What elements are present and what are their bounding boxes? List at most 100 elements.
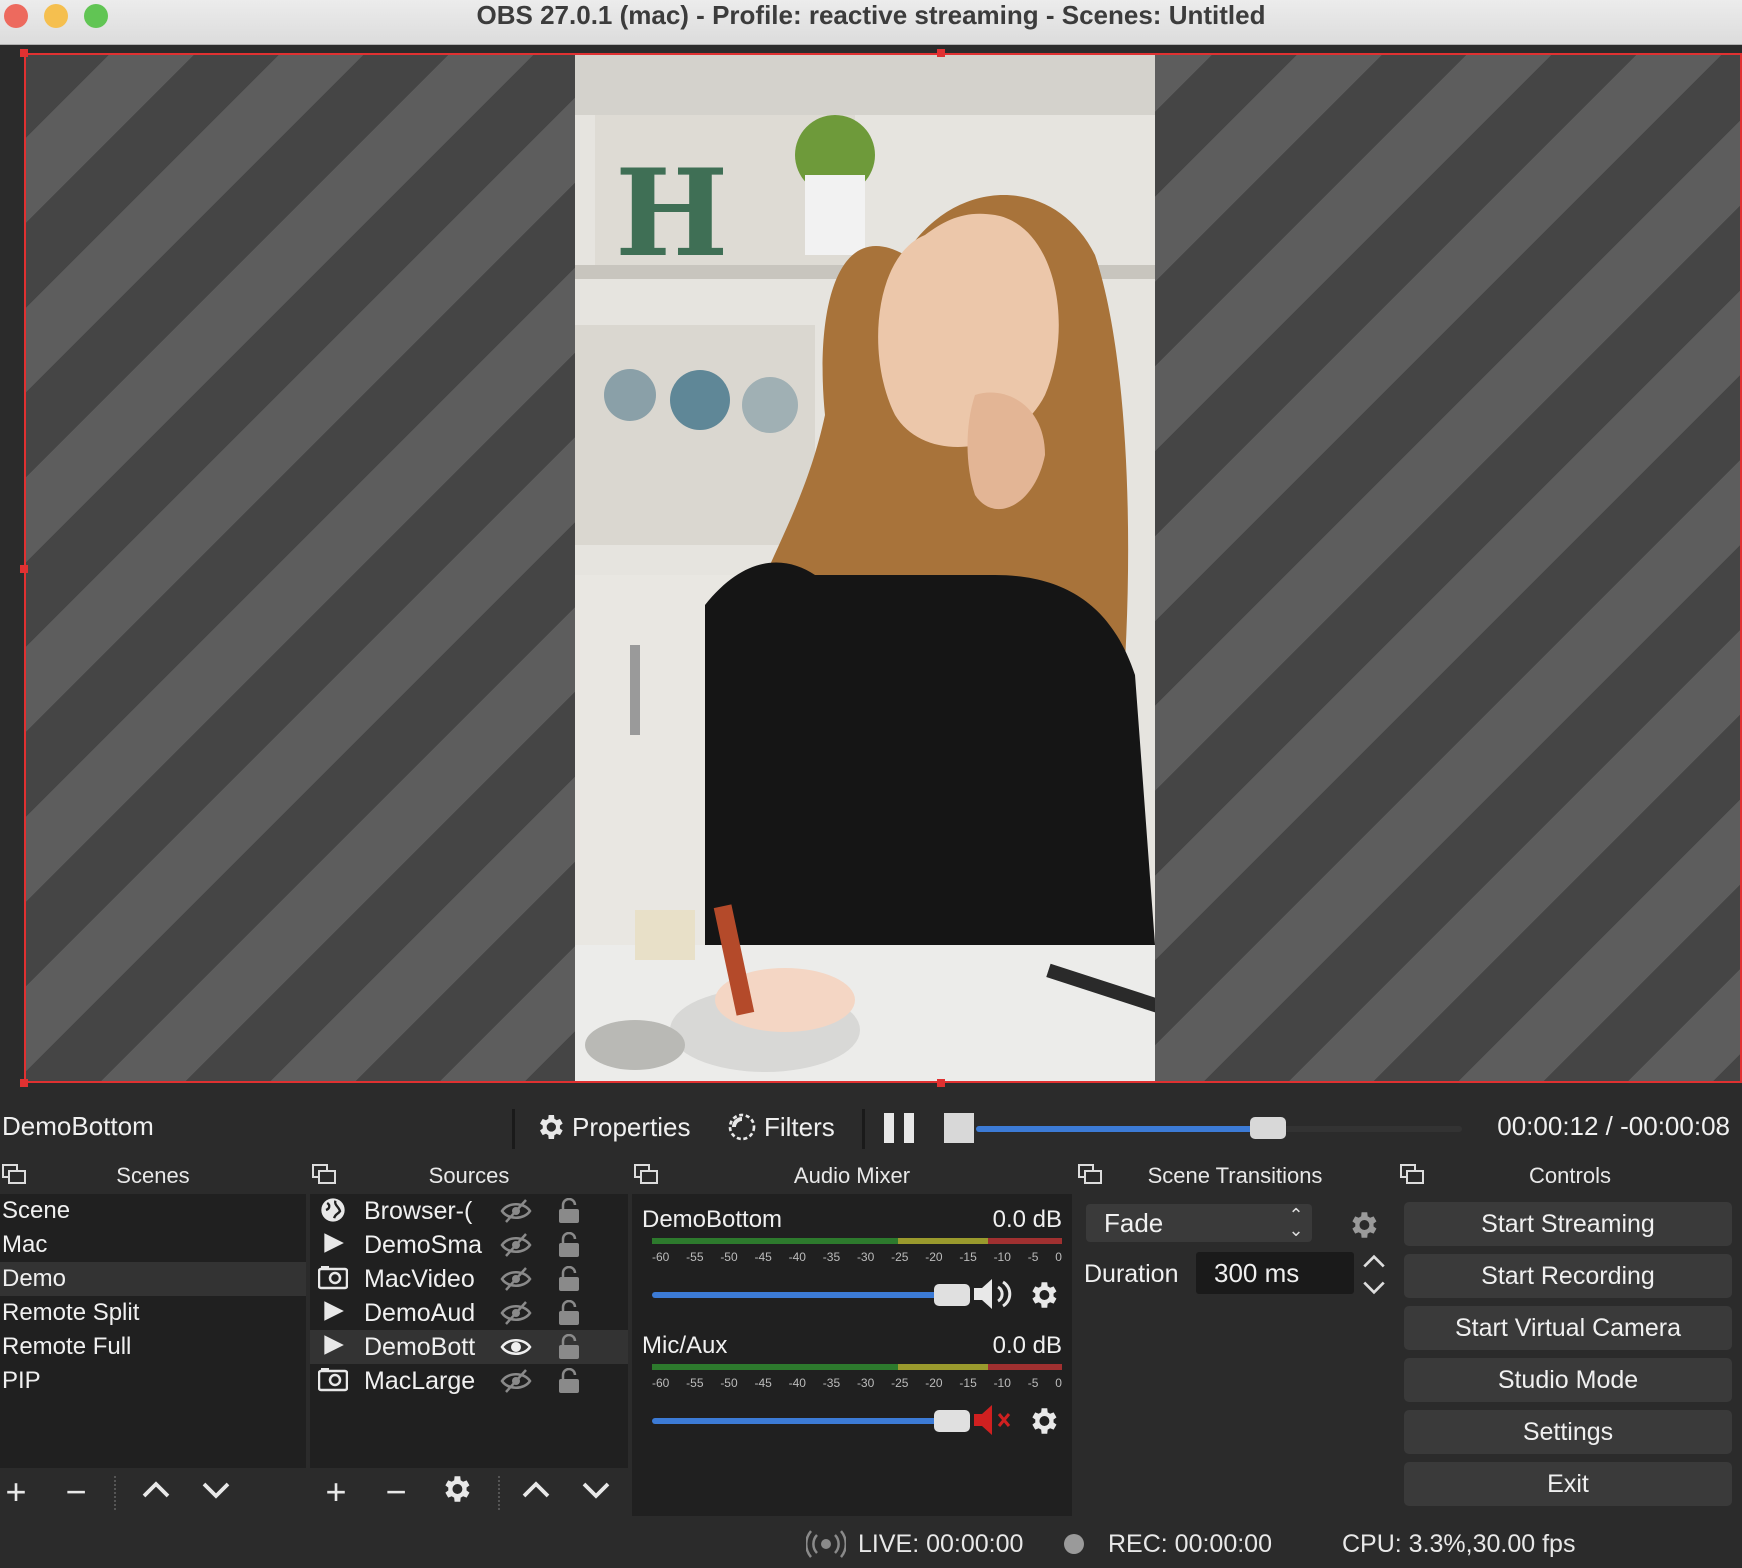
chevron-down-icon[interactable] (1361, 1277, 1387, 1299)
studio-mode-button[interactable]: Studio Mode (1404, 1358, 1732, 1402)
seek-progress (976, 1126, 1268, 1132)
dock-float-icon[interactable] (2, 1164, 26, 1184)
scene-item-selected[interactable]: Demo (0, 1262, 306, 1296)
seek-knob[interactable] (1249, 1117, 1286, 1139)
filter-icon (728, 1113, 756, 1141)
lock-icon[interactable] (558, 1265, 580, 1292)
chevron-up-icon (142, 1481, 170, 1498)
volume-knob[interactable] (934, 1284, 970, 1306)
stop-button[interactable] (944, 1113, 974, 1143)
audio-mixer-title: Audio Mixer (793, 1163, 911, 1188)
gear-icon[interactable] (1346, 1208, 1380, 1242)
visibility-visible-icon[interactable] (500, 1334, 532, 1360)
chevron-up-icon[interactable] (1361, 1250, 1387, 1272)
duration-stepper[interactable] (1360, 1250, 1388, 1298)
visibility-hidden-icon[interactable] (500, 1266, 532, 1292)
transition-select[interactable]: Fade ⌃ ⌄ (1086, 1204, 1312, 1242)
source-item-selected[interactable]: DemoBott (310, 1330, 628, 1364)
meter-tick: -55 (686, 1376, 704, 1390)
gear-icon[interactable] (1026, 1404, 1060, 1438)
source-item[interactable]: MacVideo (310, 1262, 628, 1296)
lock-icon[interactable] (558, 1197, 580, 1224)
transition-value: Fade (1104, 1208, 1164, 1238)
source-item[interactable]: Browser-( (310, 1194, 628, 1228)
gear-icon (540, 1115, 563, 1139)
dock-float-icon[interactable] (634, 1164, 658, 1184)
meter-tick: -10 (993, 1250, 1011, 1264)
start-recording-button[interactable]: Start Recording (1404, 1254, 1732, 1298)
meter-tick: -15 (959, 1376, 977, 1390)
dock-float-icon[interactable] (312, 1164, 336, 1184)
footer-separator (114, 1476, 118, 1510)
media-seek-slider[interactable] (976, 1117, 1462, 1139)
scene-list[interactable]: Scene Mac Demo Remote Split Remote Full … (0, 1194, 306, 1398)
scene-item[interactable]: PIP (0, 1364, 306, 1398)
toolbar-separator (512, 1109, 515, 1149)
move-scene-down-button[interactable] (196, 1472, 236, 1512)
scene-item[interactable]: Mac (0, 1228, 306, 1262)
exit-button[interactable]: Exit (1404, 1462, 1732, 1506)
play-icon (318, 1332, 348, 1362)
add-scene-button[interactable]: + (0, 1472, 36, 1512)
start-streaming-button[interactable]: Start Streaming (1404, 1202, 1732, 1246)
resize-handle-bottom-left[interactable] (20, 1079, 28, 1087)
rec-status: REC: 00:00:00 (1108, 1530, 1272, 1558)
visibility-hidden-icon[interactable] (500, 1368, 532, 1394)
scene-item[interactable]: Remote Full (0, 1330, 306, 1364)
filters-button[interactable]: Filters (726, 1107, 835, 1147)
meter-tick: -5 (1027, 1250, 1039, 1264)
volume-knob[interactable] (934, 1410, 970, 1432)
meter-tick: -60 (652, 1376, 670, 1390)
speaker-icon[interactable] (972, 1274, 1016, 1314)
gear-icon[interactable] (1026, 1278, 1060, 1312)
meter-tick: -40 (788, 1250, 806, 1264)
chevron-up-icon (522, 1481, 550, 1498)
duration-input[interactable]: 300 ms (1196, 1252, 1354, 1294)
pause-button[interactable] (884, 1113, 916, 1143)
move-source-down-button[interactable] (576, 1472, 616, 1512)
source-item[interactable]: DemoSma (310, 1228, 628, 1262)
channel-name: Mic/Aux (642, 1332, 728, 1359)
lock-icon[interactable] (558, 1333, 580, 1360)
visibility-hidden-icon[interactable] (500, 1198, 532, 1224)
video-source-preview[interactable]: H (575, 55, 1155, 1083)
source-list[interactable]: Browser-( DemoSma MacVideo DemoAud DemoB… (310, 1194, 628, 1398)
channel-db: 0.0 dB (992, 1206, 1062, 1233)
source-item[interactable]: DemoAud (310, 1296, 628, 1330)
volume-slider[interactable] (652, 1410, 970, 1432)
source-item[interactable]: MacLarge (310, 1364, 628, 1398)
volume-slider[interactable] (652, 1284, 970, 1306)
resize-handle-left[interactable] (20, 565, 28, 573)
resize-handle-bottom[interactable] (937, 1079, 945, 1087)
remove-scene-button[interactable]: − (56, 1472, 96, 1512)
move-source-up-button[interactable] (516, 1472, 556, 1512)
dock-float-icon[interactable] (1400, 1164, 1424, 1184)
speaker-muted-icon[interactable] (972, 1400, 1016, 1440)
duration-label: Duration (1084, 1260, 1179, 1288)
preview-area[interactable]: H (0, 45, 1742, 1097)
play-icon (318, 1230, 348, 1260)
sources-footer: + − (310, 1468, 628, 1516)
scene-item[interactable]: Scene (0, 1194, 306, 1228)
dock-float-icon[interactable] (1078, 1164, 1102, 1184)
visibility-hidden-icon[interactable] (500, 1300, 532, 1326)
remove-source-button[interactable]: − (376, 1472, 416, 1512)
settings-button[interactable]: Settings (1404, 1410, 1732, 1454)
video-frame-image: H (575, 55, 1155, 1083)
source-name: DemoSma (364, 1231, 483, 1259)
lock-icon[interactable] (558, 1367, 580, 1394)
scene-transitions-header: Scene Transitions (1076, 1158, 1394, 1194)
scene-item[interactable]: Remote Split (0, 1296, 306, 1330)
visibility-hidden-icon[interactable] (500, 1232, 532, 1258)
lock-icon[interactable] (558, 1299, 580, 1326)
source-properties-button[interactable] (436, 1472, 476, 1512)
properties-button[interactable]: Properties (534, 1107, 691, 1147)
start-virtual-camera-button[interactable]: Start Virtual Camera (1404, 1306, 1732, 1350)
resize-handle-top[interactable] (937, 49, 945, 57)
move-scene-up-button[interactable] (136, 1472, 176, 1512)
source-name: DemoBott (364, 1333, 476, 1361)
resize-handle-top-left[interactable] (20, 49, 28, 57)
camera-icon (317, 1264, 349, 1294)
lock-icon[interactable] (558, 1231, 580, 1258)
add-source-button[interactable]: + (316, 1472, 356, 1512)
